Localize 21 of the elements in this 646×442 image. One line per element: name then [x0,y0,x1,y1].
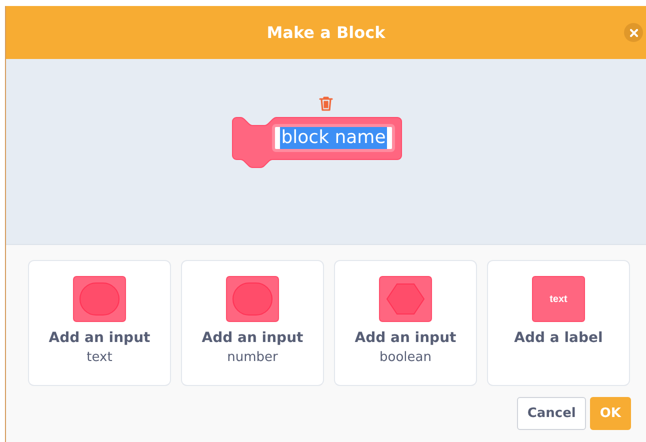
trash-icon[interactable] [318,95,334,111]
label-icon: text [532,276,585,322]
option-title: Add a label [514,330,603,346]
option-subtitle: number [227,350,278,365]
option-card[interactable]: text Add a label [487,260,630,386]
round-input-icon [73,276,126,322]
option-title: Add an input [202,330,304,346]
dialog-title: Make a Block [266,23,386,42]
option-subtitle: boolean [380,350,432,365]
cancel-button[interactable]: Cancel [517,397,586,430]
close-button[interactable] [624,23,643,42]
option-card[interactable]: Add an input text [28,260,171,386]
block-name-field[interactable]: block name [272,124,395,152]
option-card[interactable]: Add an input boolean [334,260,477,386]
close-icon [630,28,638,36]
option-card[interactable]: Add an input number [181,260,324,386]
option-title: Add an input [354,330,456,346]
hexagon-input-icon [379,276,432,322]
option-title: Add an input [48,330,150,346]
round-input-icon [226,276,279,322]
option-subtitle: text [86,350,112,365]
